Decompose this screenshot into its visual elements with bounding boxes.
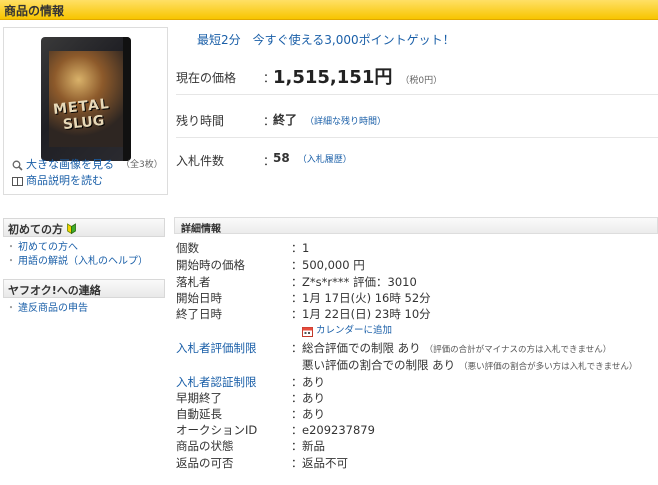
colon: ： bbox=[291, 275, 303, 289]
detail-label: 終了日時 bbox=[176, 307, 222, 321]
view-large-image-link[interactable]: 大きな画像を見る bbox=[26, 157, 114, 173]
colon: ： bbox=[291, 391, 303, 405]
rating-limit-note2: （悪い評価の割合が多い方は入札できません） bbox=[459, 362, 638, 372]
colon: ： bbox=[291, 291, 303, 305]
beginner-section-header: 初めての方 bbox=[3, 218, 165, 237]
bidder-auth-limit-link[interactable]: 入札者認証制限 bbox=[176, 374, 257, 390]
book-icon bbox=[12, 176, 23, 186]
contact-section-header: ヤフオク!への連絡 bbox=[3, 279, 165, 298]
details-header: 詳細情報 bbox=[174, 217, 658, 235]
colon: ： bbox=[291, 307, 303, 321]
view-large-image-row: 大きな画像を見る （全3枚） bbox=[12, 157, 163, 173]
detail-value: あり bbox=[302, 375, 325, 389]
image-count: （全3枚） bbox=[121, 160, 163, 170]
rating-limit-text2: 悪い評価の割合での制限 あり bbox=[302, 358, 456, 372]
detail-label: 自動延長 bbox=[176, 407, 222, 421]
beginner-leaf-icon bbox=[66, 223, 76, 235]
points-promo-link[interactable]: 最短2分 今すぐ使える3,000ポイントゲット！ bbox=[197, 31, 455, 48]
beginner-guide-link[interactable]: 初めての方へ bbox=[18, 242, 78, 253]
bid-count-number: 58 bbox=[273, 151, 290, 165]
detail-label: 開始日時 bbox=[176, 291, 222, 305]
tax-note: （税0円） bbox=[400, 76, 443, 86]
glossary-link[interactable]: 用語の解説（入札のヘルプ） bbox=[18, 256, 148, 267]
detail-value: 500,000 円 bbox=[302, 258, 365, 272]
product-photo-spine bbox=[123, 37, 131, 161]
contact-section-title: ヤフオク!への連絡 bbox=[8, 284, 101, 297]
rating-limit-note1: （評価の合計がマイナスの方は入札できません） bbox=[424, 345, 612, 355]
rating-limit-line1: 総合評価での制限 あり （評価の合計がマイナスの方は入札できません） bbox=[302, 340, 611, 358]
beginner-links: ・初めての方へ ・用語の解説（入札のヘルプ） bbox=[6, 241, 148, 269]
bid-history-link[interactable]: （入札履歴） bbox=[298, 155, 352, 165]
beginner-section-title: 初めての方 bbox=[8, 223, 63, 236]
detail-value: あり bbox=[302, 391, 325, 405]
report-violation-link[interactable]: 違反商品の申告 bbox=[18, 303, 88, 314]
colon: ： bbox=[291, 258, 303, 272]
read-description-link[interactable]: 商品説明を読む bbox=[26, 173, 103, 189]
winner-value: Z*s*r*** 評価：3010 bbox=[302, 275, 417, 289]
read-description-row: 商品説明を読む bbox=[12, 173, 163, 189]
time-left-row: 残り時間 ： 終了 （詳細な残り時間） bbox=[176, 96, 658, 138]
sidebar-item-beginner-guide[interactable]: ・初めての方へ bbox=[6, 241, 148, 255]
bid-count-value: 58 （入札履歴） bbox=[273, 151, 352, 165]
bid-count-row: 入札件数 ： 58 （入札履歴） bbox=[176, 139, 658, 179]
detail-value: 新品 bbox=[302, 439, 325, 453]
image-links: 大きな画像を見る （全3枚） 商品説明を読む bbox=[12, 157, 163, 189]
sidebar-item-glossary[interactable]: ・用語の解説（入札のヘルプ） bbox=[6, 255, 148, 269]
detail-label: 個数 bbox=[176, 241, 199, 255]
detail-label: 落札者 bbox=[176, 275, 211, 289]
time-left-label: 残り時間 bbox=[176, 114, 225, 128]
current-price-row: 現在の価格 ： 1,515,151円 （税0円） bbox=[176, 55, 658, 95]
current-price-amount: 1,515,151円 bbox=[273, 67, 393, 88]
detail-label: 早期終了 bbox=[176, 391, 222, 405]
section-header-bar: 商品の情報 bbox=[0, 0, 658, 20]
rating-limit-link[interactable]: 入札者評価制限 bbox=[176, 340, 257, 356]
sidebar-item-report-violation[interactable]: ・違反商品の申告 bbox=[6, 302, 88, 316]
colon: ： bbox=[291, 375, 303, 389]
detail-value: 返品不可 bbox=[302, 456, 348, 470]
detail-value: 1月 17日(火) 16時 52分 bbox=[302, 291, 431, 305]
calendar-icon bbox=[302, 326, 313, 337]
rating-limit-line2: 悪い評価の割合での制限 あり （悪い評価の割合が多い方は入札できません） bbox=[302, 357, 637, 375]
product-photo[interactable]: METAL SLUG bbox=[41, 37, 131, 161]
section-title: 商品の情報 bbox=[4, 4, 65, 18]
current-price-value: 1,515,151円 （税0円） bbox=[273, 63, 442, 89]
colon: ： bbox=[291, 341, 303, 355]
detail-value: あり bbox=[302, 407, 325, 421]
time-left-value: 終了 （詳細な残り時間） bbox=[273, 111, 386, 128]
contact-links: ・違反商品の申告 bbox=[6, 302, 88, 316]
add-to-calendar[interactable]: カレンダーに追加 bbox=[302, 323, 392, 339]
detail-label: 商品の状態 bbox=[176, 439, 234, 453]
current-price-label: 現在の価格 bbox=[176, 71, 237, 85]
detail-label: 返品の可否 bbox=[176, 456, 234, 470]
time-left-status: 終了 bbox=[273, 113, 298, 127]
detail-value: 1 bbox=[302, 241, 310, 255]
auction-id-value: e209237879 bbox=[302, 423, 375, 437]
detail-value: 1月 22日(日) 23時 10分 bbox=[302, 307, 431, 321]
detail-label: オークションID bbox=[176, 423, 258, 437]
detailed-time-link[interactable]: （詳細な残り時間） bbox=[305, 117, 386, 127]
rating-limit-text1: 総合評価での制限 あり bbox=[302, 341, 421, 355]
bid-count-label: 入札件数 bbox=[176, 154, 225, 168]
add-to-calendar-link[interactable]: カレンダーに追加 bbox=[316, 323, 392, 339]
colon: ： bbox=[291, 241, 303, 255]
colon: ： bbox=[291, 439, 303, 453]
detail-label: 開始時の価格 bbox=[176, 258, 245, 272]
colon: ： bbox=[291, 407, 303, 421]
colon: ： bbox=[291, 456, 303, 470]
colon: ： bbox=[291, 423, 303, 437]
magnifier-icon bbox=[12, 160, 23, 171]
details-title: 詳細情報 bbox=[181, 224, 221, 235]
